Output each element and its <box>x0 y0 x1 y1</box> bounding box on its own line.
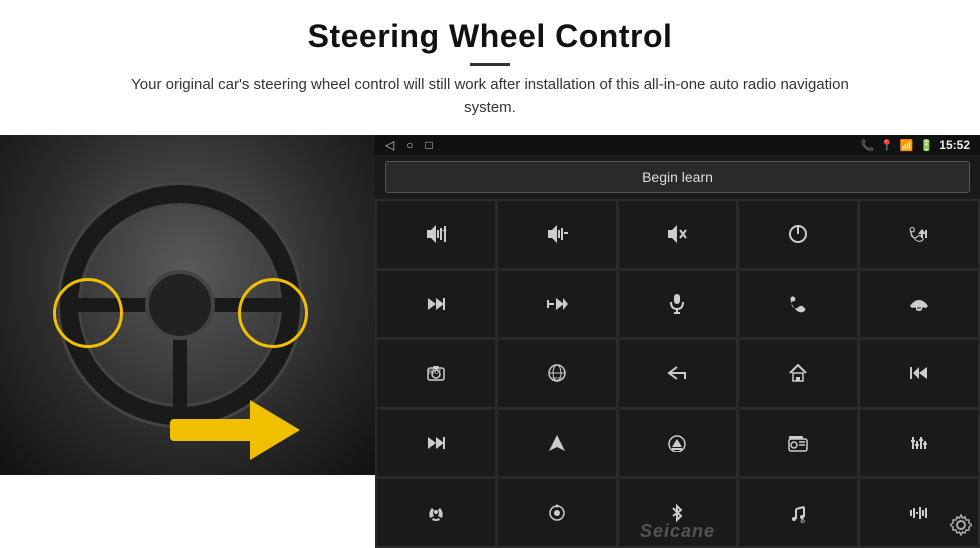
arrow-body <box>170 419 260 441</box>
subtitle: Your original car's steering wheel contr… <box>110 74 870 119</box>
page-title: Steering Wheel Control <box>60 18 920 55</box>
yellow-arrow <box>160 400 300 460</box>
battery-icon: 🔋 <box>920 139 934 152</box>
mic-button[interactable] <box>618 270 738 339</box>
bluetooth-button[interactable] <box>618 478 738 547</box>
end-call-button[interactable] <box>859 270 979 339</box>
camera-button[interactable]: 360° <box>376 339 496 408</box>
content-row: ◁ ○ □ 📞 📍 📶 🔋 15:52 Begin learn + <box>0 135 980 548</box>
arrow-head <box>250 400 300 460</box>
call-button[interactable] <box>738 270 858 339</box>
settings-gear-button[interactable] <box>950 514 972 542</box>
call-prev-button[interactable] <box>859 200 979 269</box>
android-panel: ◁ ○ □ 📞 📍 📶 🔋 15:52 Begin learn + <box>375 135 980 548</box>
svg-text:360°: 360° <box>427 368 442 376</box>
voice-button[interactable] <box>376 478 496 547</box>
settings-knob-button[interactable] <box>497 478 617 547</box>
status-right: 📞 📍 📶 🔋 15:52 <box>860 138 970 152</box>
button-group-right <box>238 278 308 348</box>
vol-mute-button[interactable] <box>618 200 738 269</box>
status-time: 15:52 <box>939 138 970 152</box>
steering-bg <box>0 135 375 475</box>
icon-grid: + <box>375 199 980 548</box>
fast-forward-button[interactable] <box>376 409 496 478</box>
prev-track-button[interactable] <box>859 339 979 408</box>
home-icon[interactable]: ○ <box>406 138 413 152</box>
title-divider <box>470 63 510 66</box>
radio-button[interactable] <box>738 409 858 478</box>
recents-icon[interactable]: □ <box>425 138 432 152</box>
header-section: Steering Wheel Control Your original car… <box>0 0 980 127</box>
back-button[interactable] <box>618 339 738 408</box>
360-button[interactable]: 360° <box>497 339 617 408</box>
wifi-icon: 📶 <box>900 139 914 152</box>
button-group-left <box>53 278 123 348</box>
nav-dots: ◁ ○ □ <box>385 138 433 152</box>
svg-text:360°: 360° <box>552 377 562 383</box>
steering-section <box>0 135 375 475</box>
equalizer-button[interactable] <box>859 409 979 478</box>
back-icon[interactable]: ◁ <box>385 138 394 152</box>
phone-icon: 📞 <box>860 139 874 152</box>
next-track-button[interactable] <box>376 270 496 339</box>
svg-text:+: + <box>442 226 447 235</box>
skip-next-button[interactable] <box>497 270 617 339</box>
begin-learn-button[interactable]: Begin learn <box>385 161 970 193</box>
home-nav-button[interactable] <box>738 339 858 408</box>
vol-down-button[interactable] <box>497 200 617 269</box>
status-bar: ◁ ○ □ 📞 📍 📶 🔋 15:52 <box>375 135 980 155</box>
vol-up-button[interactable]: + <box>376 200 496 269</box>
music-button[interactable]: ⚙ <box>738 478 858 547</box>
location-icon: 📍 <box>880 139 894 152</box>
wheel-center <box>145 270 215 340</box>
page-container: Steering Wheel Control Your original car… <box>0 0 980 548</box>
svg-text:⚙: ⚙ <box>800 518 805 523</box>
power-button[interactable] <box>738 200 858 269</box>
navigation-button[interactable] <box>497 409 617 478</box>
eject-button[interactable] <box>618 409 738 478</box>
